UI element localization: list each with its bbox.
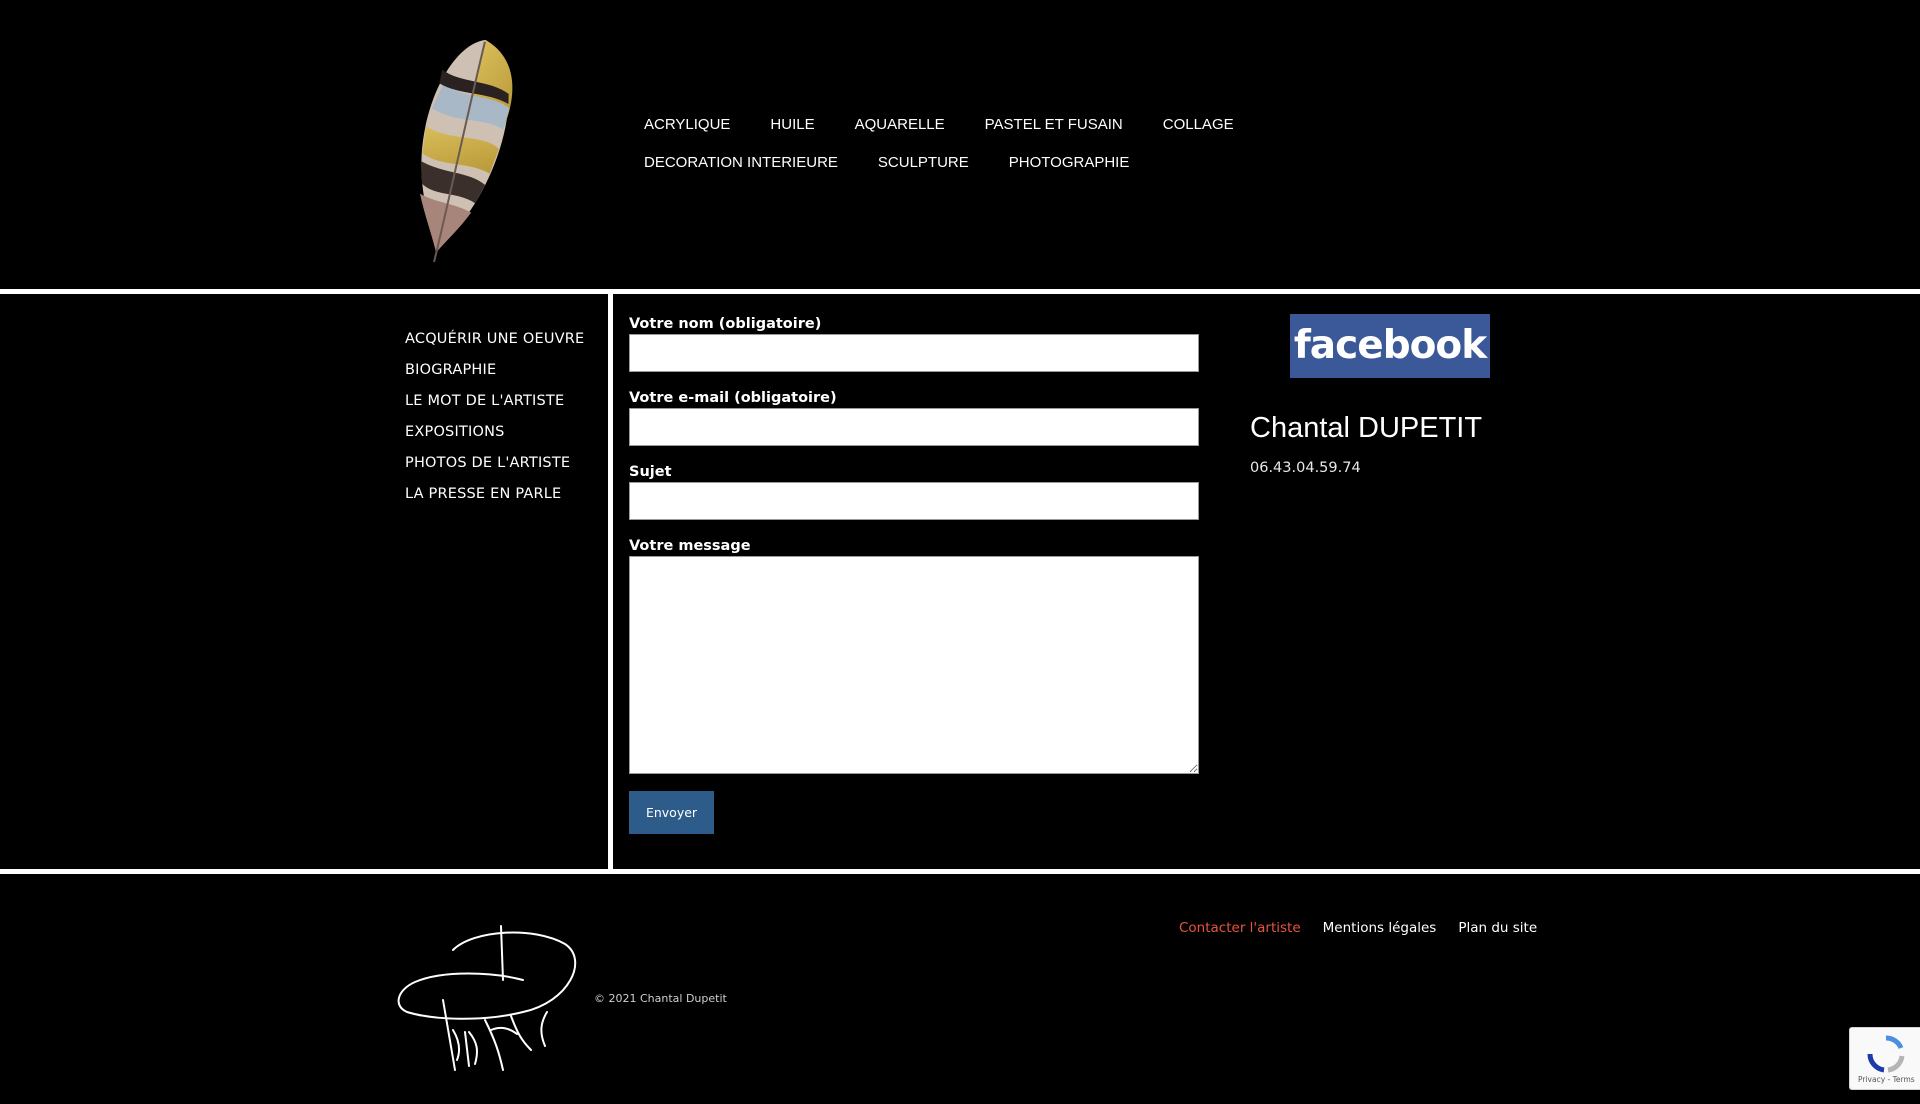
email-label: Votre e-mail (obligatoire): [629, 390, 837, 406]
footer-link-plan[interactable]: Plan du site: [1458, 920, 1537, 936]
footer-nav: Contacter l'artiste Mentions légales Pla…: [1179, 920, 1559, 936]
copyright-text: © 2021 Chantal Dupetit: [594, 992, 727, 1005]
artist-phone: 06.43.04.59.74: [1250, 460, 1361, 476]
sidebar-item-presse[interactable]: LA PRESSE EN PARLE: [405, 479, 584, 510]
recaptcha-terms[interactable]: Privacy - Terms: [1858, 1075, 1915, 1084]
sidebar-item-mot-artiste[interactable]: LE MOT DE L'ARTISTE: [405, 386, 584, 417]
nav-item-huile[interactable]: HUILE: [750, 106, 834, 144]
facebook-badge[interactable]: facebook: [1290, 314, 1490, 378]
nav-item-aquarelle[interactable]: AQUARELLE: [835, 106, 965, 144]
sidebar-item-biographie[interactable]: BIOGRAPHIE: [405, 355, 584, 386]
sidebar-divider: [608, 294, 613, 869]
nav-item-pastel-fusain[interactable]: PASTEL ET FUSAIN: [965, 106, 1143, 144]
sidebar-nav: ACQUÉRIR UNE OEUVRE BIOGRAPHIE LE MOT DE…: [405, 324, 584, 510]
send-button[interactable]: Envoyer: [629, 791, 714, 834]
footer-link-mentions[interactable]: Mentions légales: [1323, 920, 1437, 936]
sidebar-item-photos-artiste[interactable]: PHOTOS DE L'ARTISTE: [405, 448, 584, 479]
sidebar-item-expositions[interactable]: EXPOSITIONS: [405, 417, 584, 448]
nav-item-acrylique[interactable]: ACRYLIQUE: [624, 106, 750, 144]
nav-item-collage[interactable]: COLLAGE: [1143, 106, 1254, 144]
message-label: Votre message: [629, 538, 751, 554]
email-field[interactable]: [629, 408, 1199, 446]
message-field[interactable]: [629, 556, 1199, 774]
recaptcha-icon: [1867, 1035, 1905, 1073]
footer-link-contact[interactable]: Contacter l'artiste: [1179, 920, 1301, 936]
subject-label: Sujet: [629, 464, 672, 480]
main-content: ACQUÉRIR UNE OEUVRE BIOGRAPHIE LE MOT DE…: [0, 294, 1920, 869]
name-label: Votre nom (obligatoire): [629, 316, 822, 332]
artist-signature-logo: [397, 925, 577, 1071]
nav-item-sculpture[interactable]: SCULPTURE: [858, 144, 989, 182]
site-header: ACRYLIQUE HUILE AQUARELLE PASTEL ET FUSA…: [0, 0, 1920, 289]
subject-field[interactable]: [629, 482, 1199, 520]
main-nav: ACRYLIQUE HUILE AQUARELLE PASTEL ET FUSA…: [624, 106, 1424, 182]
nav-item-decoration-interieure[interactable]: DECORATION INTERIEURE: [624, 144, 858, 182]
artist-name: Chantal DUPETIT: [1250, 412, 1483, 444]
contact-form: Votre nom (obligatoire) Votre e-mail (ob…: [629, 314, 1199, 834]
nav-item-photographie[interactable]: PHOTOGRAPHIE: [989, 144, 1150, 182]
site-footer: © 2021 Chantal Dupetit Contacter l'artis…: [0, 874, 1920, 1104]
name-field[interactable]: [629, 334, 1199, 372]
sidebar-item-acquerir[interactable]: ACQUÉRIR UNE OEUVRE: [405, 324, 584, 355]
feather-logo[interactable]: [400, 30, 530, 270]
recaptcha-badge[interactable]: Privacy - Terms: [1849, 1027, 1920, 1090]
